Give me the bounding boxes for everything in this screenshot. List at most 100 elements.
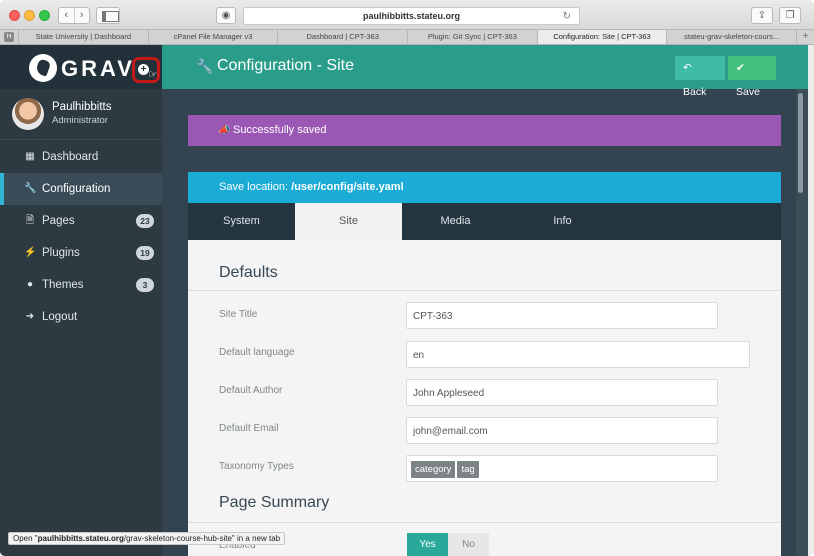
drop-icon: ●	[26, 279, 34, 290]
summary-enabled-toggle[interactable]: Yes No	[407, 533, 489, 556]
save-location-prefix: Save location:	[219, 181, 292, 193]
megaphone-icon: 📣	[218, 125, 231, 136]
share-icon[interactable]: ⇪	[751, 7, 773, 24]
tab-info[interactable]: Info	[509, 203, 616, 240]
sidebar-item-dashboard[interactable]: ▦ Dashboard	[0, 141, 162, 173]
sidebar-item-label: Configuration	[42, 183, 111, 195]
save-button[interactable]: ✔ Save	[728, 56, 776, 98]
reload-icon[interactable]: ↻	[563, 8, 571, 25]
grav-logo-icon[interactable]	[29, 54, 57, 82]
reader-shield-icon[interactable]: ◉	[216, 7, 236, 24]
page-header: 🔧 Configuration - Site ↶ Back ✔ Save	[162, 45, 808, 98]
section-heading: Page Summary	[219, 494, 330, 511]
sidebar-item-plugins[interactable]: ⚡ Plugins 19	[0, 237, 162, 269]
browser-tab-active[interactable]: Configuration: Site | CPT-363	[536, 30, 667, 44]
section-heading: Defaults	[219, 264, 278, 281]
field-label: Default Author	[219, 385, 283, 396]
field-label: Default language	[219, 347, 295, 358]
default-email-input[interactable]: john@email.com	[406, 417, 718, 444]
browser-tab[interactable]: cPanel File Manager v3	[147, 30, 278, 44]
count-badge: 23	[136, 214, 154, 228]
sidebar-nav: ▦ Dashboard 🔧 Configuration 🗎 Pages 23 ⚡…	[0, 141, 162, 333]
file-icon: 🗎	[25, 215, 35, 226]
toggle-yes[interactable]: Yes	[407, 533, 448, 556]
browser-tab[interactable]: stateu-grav-skeleton-cours...	[666, 30, 796, 44]
forward-arrow-icon[interactable]: ›	[75, 8, 90, 23]
pinned-tab-icon: H	[4, 32, 14, 42]
sidebar-item-logout[interactable]: ➜ Logout	[0, 301, 162, 333]
plug-icon: ⚡	[24, 247, 37, 258]
config-tabs: System Site Media Info	[188, 203, 781, 240]
wrench-icon: 🔧	[24, 183, 37, 194]
divider	[188, 522, 781, 523]
save-location-banner: Save location: /user/config/site.yaml	[188, 172, 781, 203]
grid-icon: ▦	[25, 151, 35, 162]
browser-tab-strip: H State University | Dashboard cPanel Fi…	[0, 30, 814, 45]
show-tabs-icon[interactable]: ❐	[779, 7, 801, 24]
status-suffix: /grav-skeleton-course-hub-site" in a new…	[123, 534, 281, 543]
wrench-icon: 🔧	[196, 58, 214, 74]
add-page-button[interactable]: + ☞	[132, 57, 160, 83]
field-label: Default Email	[219, 423, 279, 434]
main-content: 🔧 Configuration - Site ↶ Back ✔ Save 📣 S…	[162, 45, 808, 556]
sidebar-toggle-icon[interactable]	[96, 7, 120, 24]
minimize-window-button[interactable]	[24, 10, 35, 21]
sidebar-item-label: Logout	[42, 311, 78, 323]
taxonomy-tag[interactable]: tag	[457, 460, 479, 478]
brand-name: GRAV	[61, 56, 135, 81]
user-role: Administrator	[52, 115, 108, 126]
tab-system[interactable]: System	[188, 203, 295, 240]
back-button[interactable]: ↶ Back	[675, 56, 725, 98]
divider	[188, 290, 781, 291]
new-tab-plus-icon[interactable]: +	[796, 30, 814, 44]
admin-sidebar: GRAV + ☞ Paulhibbitts Administrator ▦ Da…	[0, 45, 162, 556]
status-prefix: Open "	[13, 534, 38, 543]
sidebar-item-label: Dashboard	[42, 151, 99, 163]
save-location-path: /user/config/site.yaml	[291, 181, 404, 193]
sidebar-item-label: Themes	[42, 279, 84, 291]
sidebar-item-configuration[interactable]: 🔧 Configuration	[0, 173, 162, 205]
taxonomy-types-input[interactable]: category tag	[406, 455, 718, 482]
count-badge: 19	[136, 246, 154, 260]
browser-window: ‹ › ◉ paulhibbitts.stateu.org ↻ ⇪ ❐ H St…	[0, 0, 814, 556]
user-profile[interactable]: Paulhibbitts Administrator	[0, 89, 162, 140]
save-button-label: Save	[736, 86, 760, 98]
link-status-bar: Open "paulhibbitts.stateu.org/grav-skele…	[8, 532, 286, 545]
tab-media[interactable]: Media	[402, 203, 509, 240]
sidebar-item-label: Pages	[42, 215, 75, 227]
scrollbar-thumb[interactable]	[798, 93, 803, 193]
default-author-input[interactable]: John Appleseed	[406, 379, 718, 406]
alert-message: Successfully saved	[233, 124, 327, 136]
browser-toolbar: ‹ › ◉ paulhibbitts.stateu.org ↻ ⇪ ❐	[0, 0, 814, 30]
address-bar-url: paulhibbitts.stateu.org	[362, 11, 460, 21]
back-arrow-icon[interactable]: ‹	[59, 8, 75, 23]
default-language-input[interactable]: en	[406, 341, 750, 368]
grav-admin: GRAV + ☞ Paulhibbitts Administrator ▦ Da…	[0, 45, 808, 556]
site-title-input[interactable]: CPT-363	[406, 302, 718, 329]
sidebar-item-themes[interactable]: ● Themes 3	[0, 269, 162, 301]
status-url: paulhibbitts.stateu.org	[37, 534, 124, 543]
sidebar-item-label: Plugins	[42, 247, 80, 259]
success-alert: 📣 Successfully saved	[188, 115, 781, 146]
toggle-no[interactable]: No	[448, 533, 489, 556]
zoom-window-button[interactable]	[39, 10, 50, 21]
close-window-button[interactable]	[9, 10, 20, 21]
address-bar[interactable]: paulhibbitts.stateu.org ↻	[243, 7, 580, 25]
browser-tab[interactable]: Dashboard | CPT-363	[277, 30, 407, 44]
sidebar-item-pages[interactable]: 🗎 Pages 23	[0, 205, 162, 237]
browser-tab[interactable]: Plugin: Git Sync | CPT-363	[407, 30, 537, 44]
field-label: Site Title	[219, 309, 258, 320]
avatar[interactable]	[12, 98, 44, 130]
tab-site[interactable]: Site	[295, 203, 402, 240]
logout-icon: ➜	[25, 311, 35, 322]
site-config-form: Defaults Site Title CPT-363 Default lang…	[188, 240, 781, 556]
sidebar-header: GRAV + ☞	[0, 45, 162, 89]
back-button-label: Back	[683, 86, 707, 98]
page-title: Configuration - Site	[217, 57, 354, 74]
history-navigation: ‹ ›	[58, 7, 90, 24]
count-badge: 3	[136, 278, 154, 292]
browser-tab[interactable]: State University | Dashboard	[18, 30, 148, 44]
taxonomy-tag[interactable]: category	[411, 460, 456, 478]
pinned-tab[interactable]: H	[0, 30, 18, 44]
user-name: Paulhibbitts	[52, 101, 112, 113]
